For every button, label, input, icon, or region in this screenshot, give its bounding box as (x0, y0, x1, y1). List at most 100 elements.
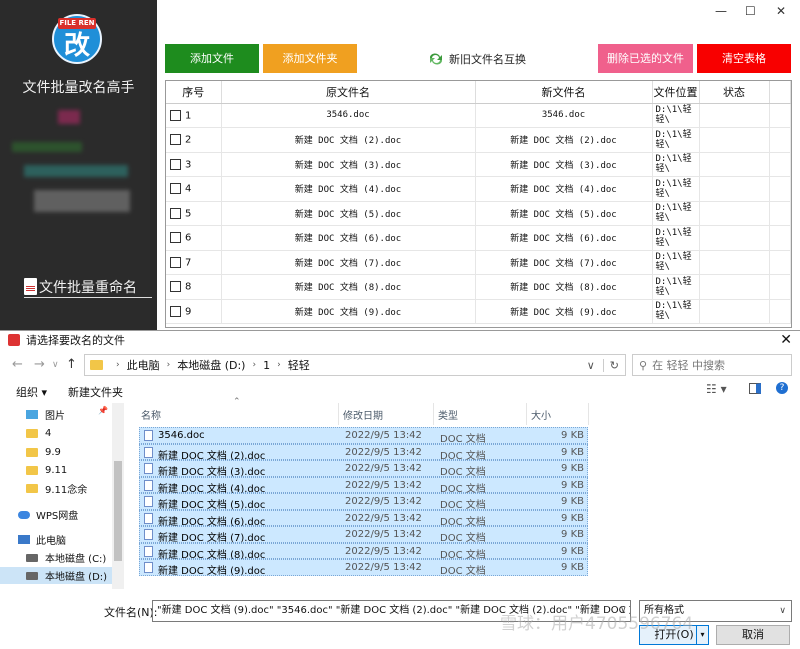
row-index[interactable]: 1 (166, 103, 222, 128)
file-row[interactable]: 新建 DOC 文档 (5).doc 2022/9/5 13:42 DOC 文档 9 K… (139, 493, 588, 511)
add-file-button[interactable]: 添加文件 (165, 44, 259, 73)
breadcrumb-folder-1[interactable]: 1 (263, 359, 270, 372)
new-filename-cell[interactable]: 新建 DOC 文档 (3).doc (475, 152, 653, 177)
chevron-right-icon[interactable]: › (277, 360, 281, 370)
file-row[interactable]: 新建 DOC 文档 (3).doc 2022/9/5 13:42 DOC 文档 9 K… (139, 460, 588, 478)
window-close-button[interactable]: ✕ (776, 4, 786, 18)
row-index[interactable]: 2 (166, 127, 222, 153)
new-filename-cell[interactable]: 新建 DOC 文档 (2).doc (475, 127, 653, 153)
dialog-close-button[interactable]: ✕ (780, 332, 792, 348)
status-cell[interactable] (699, 250, 770, 275)
tree-item[interactable]: 9.9 (0, 444, 124, 461)
row-index[interactable]: 8 (166, 274, 222, 300)
row-index[interactable]: 5 (166, 201, 222, 226)
column-header-size[interactable]: 大小 (527, 403, 589, 425)
file-row[interactable]: 新建 DOC 文档 (7).doc 2022/9/5 13:42 DOC 文档 9 K… (139, 526, 588, 544)
swap-names-button[interactable]: 新旧文件名互换 (429, 44, 529, 73)
open-dropdown-icon[interactable]: ▾ (696, 626, 708, 644)
row-checkbox[interactable] (170, 256, 181, 268)
minimize-button[interactable]: — (715, 4, 727, 18)
status-cell[interactable] (699, 225, 770, 251)
row-checkbox[interactable] (170, 158, 181, 170)
refresh-icon[interactable]: ↻ (602, 358, 619, 372)
address-dropdown-icon[interactable]: ∨ (587, 359, 595, 372)
table-row[interactable]: 4 新建 DOC 文档 (4).doc 新建 DOC 文档 (4).doc D:\1\… (166, 176, 791, 202)
location-cell[interactable]: D:\1\轻 轻\ (652, 103, 700, 128)
table-row[interactable]: 9 新建 DOC 文档 (9).doc 新建 DOC 文档 (9).doc D:\1\… (166, 299, 791, 324)
location-cell[interactable]: D:\1\轻 轻\ (652, 176, 700, 202)
tree-scrollbar[interactable] (112, 403, 124, 589)
location-cell[interactable]: D:\1\轻 轻\ (652, 250, 700, 275)
cancel-button[interactable]: 取消 (716, 625, 790, 645)
status-cell[interactable] (699, 103, 770, 128)
organize-menu[interactable]: 组织 ▾ (16, 384, 47, 400)
old-filename-cell[interactable]: 新建 DOC 文档 (6).doc (221, 225, 476, 251)
chevron-right-icon[interactable]: › (252, 360, 256, 370)
old-filename-cell[interactable]: 新建 DOC 文档 (9).doc (221, 299, 476, 324)
add-folder-button[interactable]: 添加文件夹 (263, 44, 357, 73)
breadcrumb-this-pc[interactable]: 此电脑 (127, 357, 160, 373)
old-filename-cell[interactable]: 新建 DOC 文档 (3).doc (221, 152, 476, 177)
file-row[interactable]: 新建 DOC 文档 (4).doc 2022/9/5 13:42 DOC 文档 9 K… (139, 476, 588, 495)
view-options-icon[interactable]: ☷ ▾ (706, 382, 727, 396)
maximize-button[interactable]: ☐ (745, 4, 756, 18)
table-row[interactable]: 5 新建 DOC 文档 (5).doc 新建 DOC 文档 (5).doc D:\1\… (166, 201, 791, 226)
new-filename-cell[interactable]: 新建 DOC 文档 (4).doc (475, 176, 653, 202)
new-filename-cell[interactable]: 新建 DOC 文档 (9).doc (475, 299, 653, 324)
table-row[interactable]: 6 新建 DOC 文档 (6).doc 新建 DOC 文档 (6).doc D:\1\… (166, 225, 791, 251)
tree-scrollbar-thumb[interactable] (114, 461, 122, 561)
status-cell[interactable] (699, 127, 770, 153)
row-checkbox[interactable] (170, 207, 181, 219)
table-row[interactable]: 8 新建 DOC 文档 (8).doc 新建 DOC 文档 (8).doc D:\1\… (166, 274, 791, 300)
status-cell[interactable] (699, 152, 770, 177)
status-cell[interactable] (699, 274, 770, 300)
chevron-right-icon[interactable]: › (167, 360, 171, 370)
column-header-status[interactable]: 状态 (699, 81, 770, 104)
table-row[interactable]: 2 新建 DOC 文档 (2).doc 新建 DOC 文档 (2).doc D:\1\… (166, 127, 791, 153)
preview-pane-icon[interactable] (749, 383, 761, 394)
up-arrow-icon[interactable]: ↑ (66, 357, 77, 372)
old-filename-cell[interactable]: 新建 DOC 文档 (7).doc (221, 250, 476, 275)
address-bar[interactable]: › 此电脑 › 本地磁盘 (D:) › 1 › 轻轻 ∨ ↻ (84, 354, 626, 376)
row-index[interactable]: 3 (166, 152, 222, 177)
file-row[interactable]: 新建 DOC 文档 (8).doc 2022/9/5 13:42 DOC 文档 9 K… (139, 542, 588, 561)
tree-item[interactable]: 9.11 (0, 462, 124, 479)
search-input[interactable]: ⚲ 在 轻轻 中搜索 (632, 354, 792, 376)
status-cell[interactable] (699, 176, 770, 202)
tree-item[interactable]: 4 (0, 425, 124, 442)
row-index[interactable]: 4 (166, 176, 222, 202)
tree-item[interactable]: 此电脑 (0, 531, 124, 548)
table-row[interactable]: 7 新建 DOC 文档 (7).doc 新建 DOC 文档 (7).doc D:\1\… (166, 250, 791, 275)
chevron-right-icon[interactable]: › (116, 360, 120, 370)
help-icon[interactable]: ? (776, 382, 788, 394)
location-cell[interactable]: D:\1\轻 轻\ (652, 299, 700, 324)
batch-rename-link[interactable]: 文件批量重命名 (24, 276, 152, 298)
breadcrumb-drive-d[interactable]: 本地磁盘 (D:) (177, 357, 245, 373)
location-cell[interactable]: D:\1\轻 轻\ (652, 274, 700, 300)
status-cell[interactable] (699, 201, 770, 226)
clear-table-button[interactable]: 清空表格 (697, 44, 791, 73)
row-checkbox[interactable] (170, 183, 181, 194)
file-row[interactable]: 新建 DOC 文档 (9).doc 2022/9/5 13:42 DOC 文档 9 K… (139, 559, 588, 577)
file-row[interactable]: 3546.doc 2022/9/5 13:42 DOC 文档 9 KB (139, 427, 588, 445)
new-filename-cell[interactable]: 3546.doc (475, 103, 653, 128)
location-cell[interactable]: D:\1\轻 轻\ (652, 201, 700, 226)
location-cell[interactable]: D:\1\轻 轻\ (652, 225, 700, 251)
column-header-new-name[interactable]: 新文件名 (475, 81, 653, 104)
breadcrumb-folder-current[interactable]: 轻轻 (288, 357, 310, 373)
row-index[interactable]: 7 (166, 250, 222, 275)
file-row[interactable]: 新建 DOC 文档 (2).doc 2022/9/5 13:42 DOC 文档 9 K… (139, 443, 588, 462)
row-index[interactable]: 6 (166, 225, 222, 251)
column-header-location[interactable]: 文件位置 (652, 81, 700, 104)
old-filename-cell[interactable]: 新建 DOC 文档 (2).doc (221, 127, 476, 153)
row-checkbox[interactable] (170, 305, 181, 317)
row-checkbox[interactable] (170, 134, 181, 145)
new-filename-cell[interactable]: 新建 DOC 文档 (8).doc (475, 274, 653, 300)
tree-item[interactable]: 本地磁盘 (C:) (0, 549, 124, 566)
file-row[interactable]: 新建 DOC 文档 (6).doc 2022/9/5 13:42 DOC 文档 9 K… (139, 509, 588, 528)
location-cell[interactable]: D:\1\轻 轻\ (652, 152, 700, 177)
old-filename-cell[interactable]: 新建 DOC 文档 (4).doc (221, 176, 476, 202)
delete-checked-button[interactable]: 删除已选的文件 (598, 44, 693, 73)
row-index[interactable]: 9 (166, 299, 222, 324)
tree-item[interactable]: WPS网盘 (0, 506, 124, 523)
